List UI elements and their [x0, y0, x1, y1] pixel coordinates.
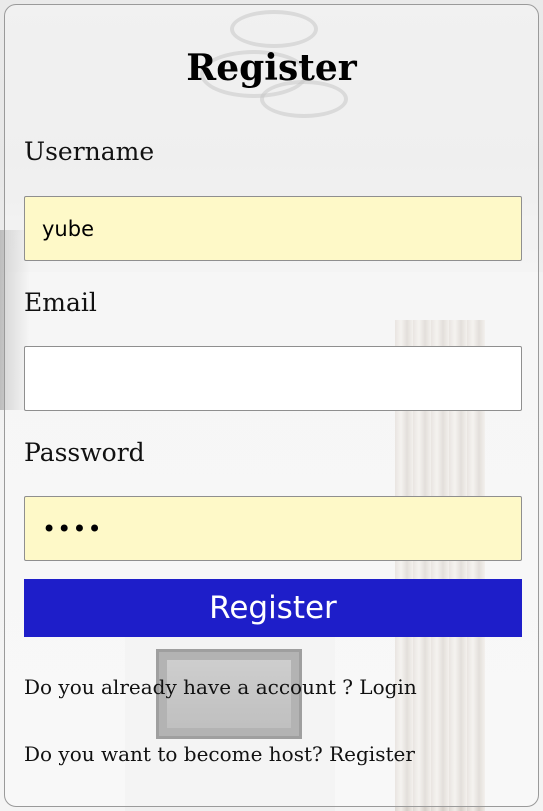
- email-input[interactable]: [24, 346, 522, 411]
- login-link[interactable]: Login: [359, 675, 416, 699]
- host-prompt: Do you want to become host? Register: [24, 742, 415, 766]
- password-input[interactable]: [24, 496, 522, 561]
- username-label: Username: [24, 137, 155, 166]
- host-prompt-text: Do you want to become host?: [24, 742, 323, 766]
- password-label: Password: [24, 438, 145, 467]
- login-prompt: Do you already have a account ? Login: [24, 675, 417, 699]
- register-card: Register Username Email Password Registe…: [4, 4, 539, 807]
- host-register-link[interactable]: Register: [329, 742, 415, 766]
- email-label: Email: [24, 288, 97, 317]
- register-button[interactable]: Register: [24, 579, 522, 637]
- form-title: Register: [186, 47, 357, 89]
- login-prompt-text: Do you already have a account ?: [24, 675, 353, 699]
- username-input[interactable]: [24, 196, 522, 261]
